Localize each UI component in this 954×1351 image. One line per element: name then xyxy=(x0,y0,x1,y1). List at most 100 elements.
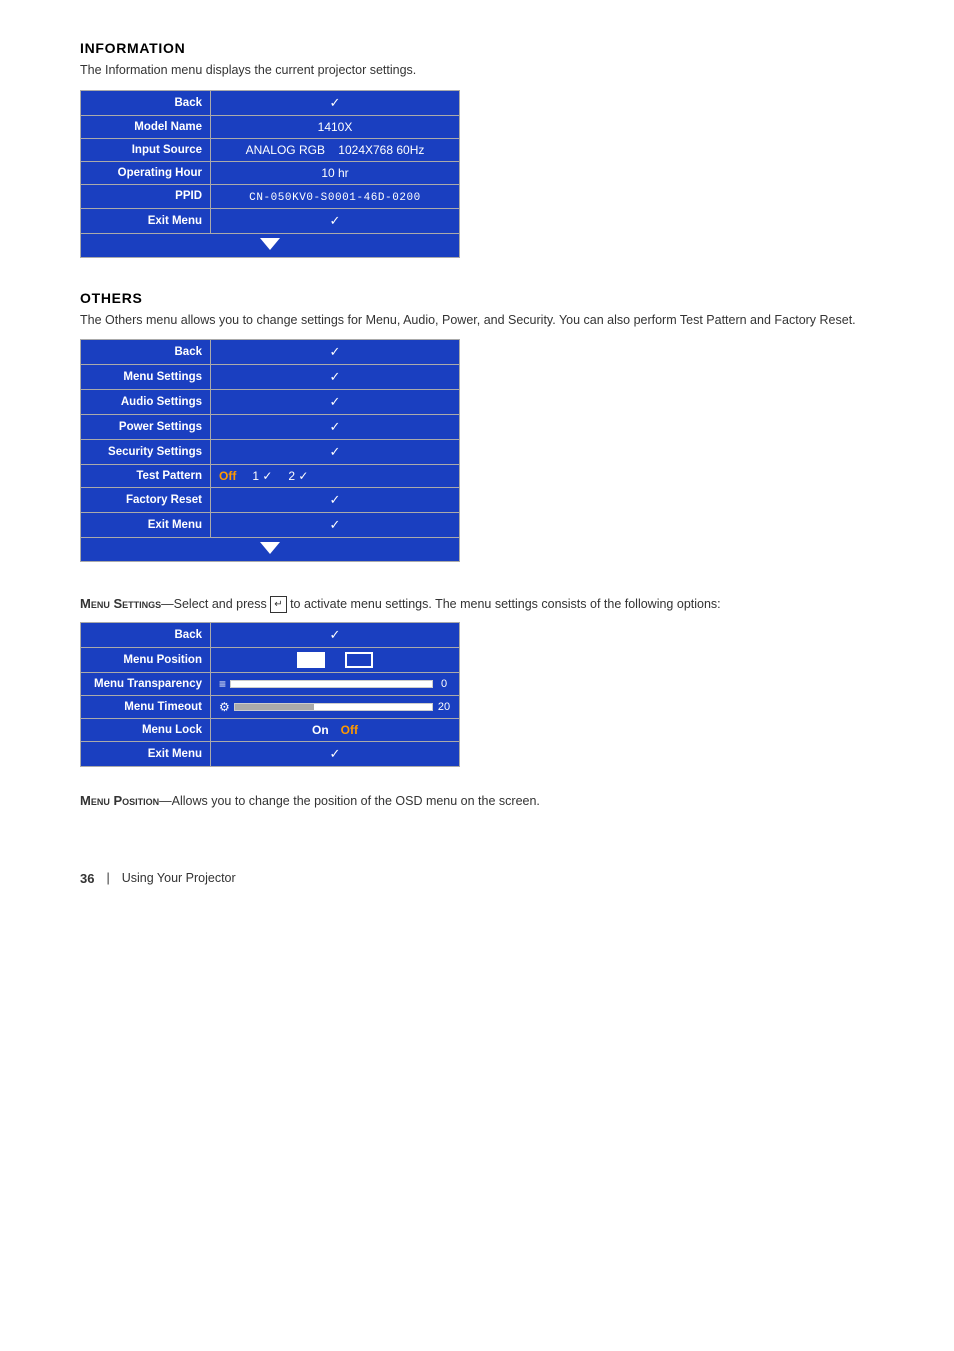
row-label: Operating Hour xyxy=(81,161,211,184)
menu-position-desc: Menu Position—Allows you to change the p… xyxy=(80,791,874,811)
information-table: Back ✓ Model Name 1410X Input Source ANA… xyxy=(80,90,460,258)
enter-icon: ↵ xyxy=(270,596,286,613)
others-table: Back ✓ Menu Settings ✓ Audio Settings ✓ … xyxy=(80,339,460,562)
row-label: Menu Timeout xyxy=(81,695,211,718)
page-number: 36 xyxy=(80,871,94,886)
test-1-label: 1 ✓ xyxy=(252,469,272,483)
table-row-test: Test Pattern Off 1 ✓ 2 ✓ xyxy=(81,465,460,488)
menu-settings-label: Menu Settings xyxy=(80,596,161,611)
row-value: On Off xyxy=(211,718,460,741)
table-row: Operating Hour 10 hr xyxy=(81,161,460,184)
row-value: ✓ xyxy=(211,365,460,390)
row-value: ✓ xyxy=(211,90,460,115)
table-row-lock: Menu Lock On Off xyxy=(81,718,460,741)
row-value: 1410X xyxy=(211,115,460,138)
table-row: Back ✓ xyxy=(81,340,460,365)
row-value: ✓ xyxy=(211,390,460,415)
menu-position-dash: — xyxy=(159,794,172,808)
row-value: ≡ 0 xyxy=(211,672,460,695)
table-row: Exit Menu ✓ xyxy=(81,208,460,233)
table-row: Power Settings ✓ xyxy=(81,415,460,440)
transparency-value: 0 xyxy=(437,678,451,690)
row-value: ✓ xyxy=(211,440,460,465)
transparency-control: ≡ 0 xyxy=(219,677,451,691)
lock-on-label: On xyxy=(312,723,329,737)
transparency-icon: ≡ xyxy=(219,677,226,691)
row-value: ✓ xyxy=(211,208,460,233)
row-label: Test Pattern xyxy=(81,465,211,488)
menu-settings-cont: to activate menu settings. The menu sett… xyxy=(287,597,721,611)
row-label: Menu Position xyxy=(81,647,211,672)
table-row: Exit Menu ✓ xyxy=(81,741,460,766)
row-label: Power Settings xyxy=(81,415,211,440)
menu-lock-options: On Off xyxy=(219,723,451,737)
down-arrow-icon xyxy=(260,542,280,554)
row-value: ⚙ 20 xyxy=(211,695,460,718)
table-row: Menu Settings ✓ xyxy=(81,365,460,390)
transparency-bar xyxy=(230,680,433,688)
row-label: Factory Reset xyxy=(81,488,211,513)
menu-position-options xyxy=(219,652,451,668)
row-label: Security Settings xyxy=(81,440,211,465)
table-arrow-row xyxy=(81,233,460,257)
lock-off-label: Off xyxy=(341,723,358,737)
row-value: ANALOG RGB 1024X768 60Hz xyxy=(211,138,460,161)
down-arrow-icon xyxy=(260,238,280,250)
row-value: 10 hr xyxy=(211,161,460,184)
table-row: Input Source ANALOG RGB 1024X768 60Hz xyxy=(81,138,460,161)
row-value: ✓ xyxy=(211,415,460,440)
menu-settings-section: Menu Settings—Select and press ↵ to acti… xyxy=(80,594,874,811)
table-arrow-row xyxy=(81,538,460,562)
table-row-transparency: Menu Transparency ≡ 0 xyxy=(81,672,460,695)
menu-settings-dash: —Select and press xyxy=(161,597,270,611)
information-title: INFORMATION xyxy=(80,40,874,56)
table-row: PPID CN-050KV0-S0001-46D-0200 xyxy=(81,184,460,208)
row-label: Input Source xyxy=(81,138,211,161)
others-section: OTHERS The Others menu allows you to cha… xyxy=(80,290,874,563)
test-2-label: 2 ✓ xyxy=(288,469,308,483)
row-label: Exit Menu xyxy=(81,208,211,233)
table-row: Back ✓ xyxy=(81,90,460,115)
page-footer: 36 | Using Your Projector xyxy=(80,871,874,886)
row-label: Back xyxy=(81,340,211,365)
timeout-bar xyxy=(234,703,433,711)
row-label: Exit Menu xyxy=(81,741,211,766)
row-value: ✓ xyxy=(211,488,460,513)
table-row: Security Settings ✓ xyxy=(81,440,460,465)
row-label: Back xyxy=(81,622,211,647)
timeout-control: ⚙ 20 xyxy=(219,700,451,714)
table-row: Model Name 1410X xyxy=(81,115,460,138)
row-label: Audio Settings xyxy=(81,390,211,415)
row-value: ✓ xyxy=(211,340,460,365)
menu-settings-intro: Menu Settings—Select and press ↵ to acti… xyxy=(80,594,874,614)
row-value: ✓ xyxy=(211,741,460,766)
others-desc: The Others menu allows you to change set… xyxy=(80,312,874,330)
position-box-unselected xyxy=(345,652,373,668)
position-box-selected xyxy=(297,652,325,668)
information-desc: The Information menu displays the curren… xyxy=(80,62,874,80)
footer-text: Using Your Projector xyxy=(122,871,236,885)
row-label: Menu Settings xyxy=(81,365,211,390)
test-off-label: Off xyxy=(219,469,236,483)
table-row: Exit Menu ✓ xyxy=(81,513,460,538)
timeout-value: 20 xyxy=(437,701,451,713)
others-title: OTHERS xyxy=(80,290,874,306)
row-value: ✓ xyxy=(211,513,460,538)
row-value xyxy=(211,647,460,672)
timeout-bar-fill xyxy=(235,704,314,710)
row-label: Menu Transparency xyxy=(81,672,211,695)
information-section: INFORMATION The Information menu display… xyxy=(80,40,874,258)
table-row-position: Menu Position xyxy=(81,647,460,672)
menu-position-label: Menu Position xyxy=(80,793,159,808)
row-label: Menu Lock xyxy=(81,718,211,741)
row-value: ✓ xyxy=(211,622,460,647)
timeout-icon: ⚙ xyxy=(219,700,230,714)
test-pattern-options: Off 1 ✓ 2 ✓ xyxy=(219,469,451,483)
row-label: Exit Menu xyxy=(81,513,211,538)
menu-settings-table: Back ✓ Menu Position Menu Transparency ≡… xyxy=(80,622,460,767)
row-label: PPID xyxy=(81,184,211,208)
table-row: Audio Settings ✓ xyxy=(81,390,460,415)
menu-position-text: Allows you to change the position of the… xyxy=(172,794,540,808)
row-label: Back xyxy=(81,90,211,115)
footer-separator: | xyxy=(106,871,109,885)
